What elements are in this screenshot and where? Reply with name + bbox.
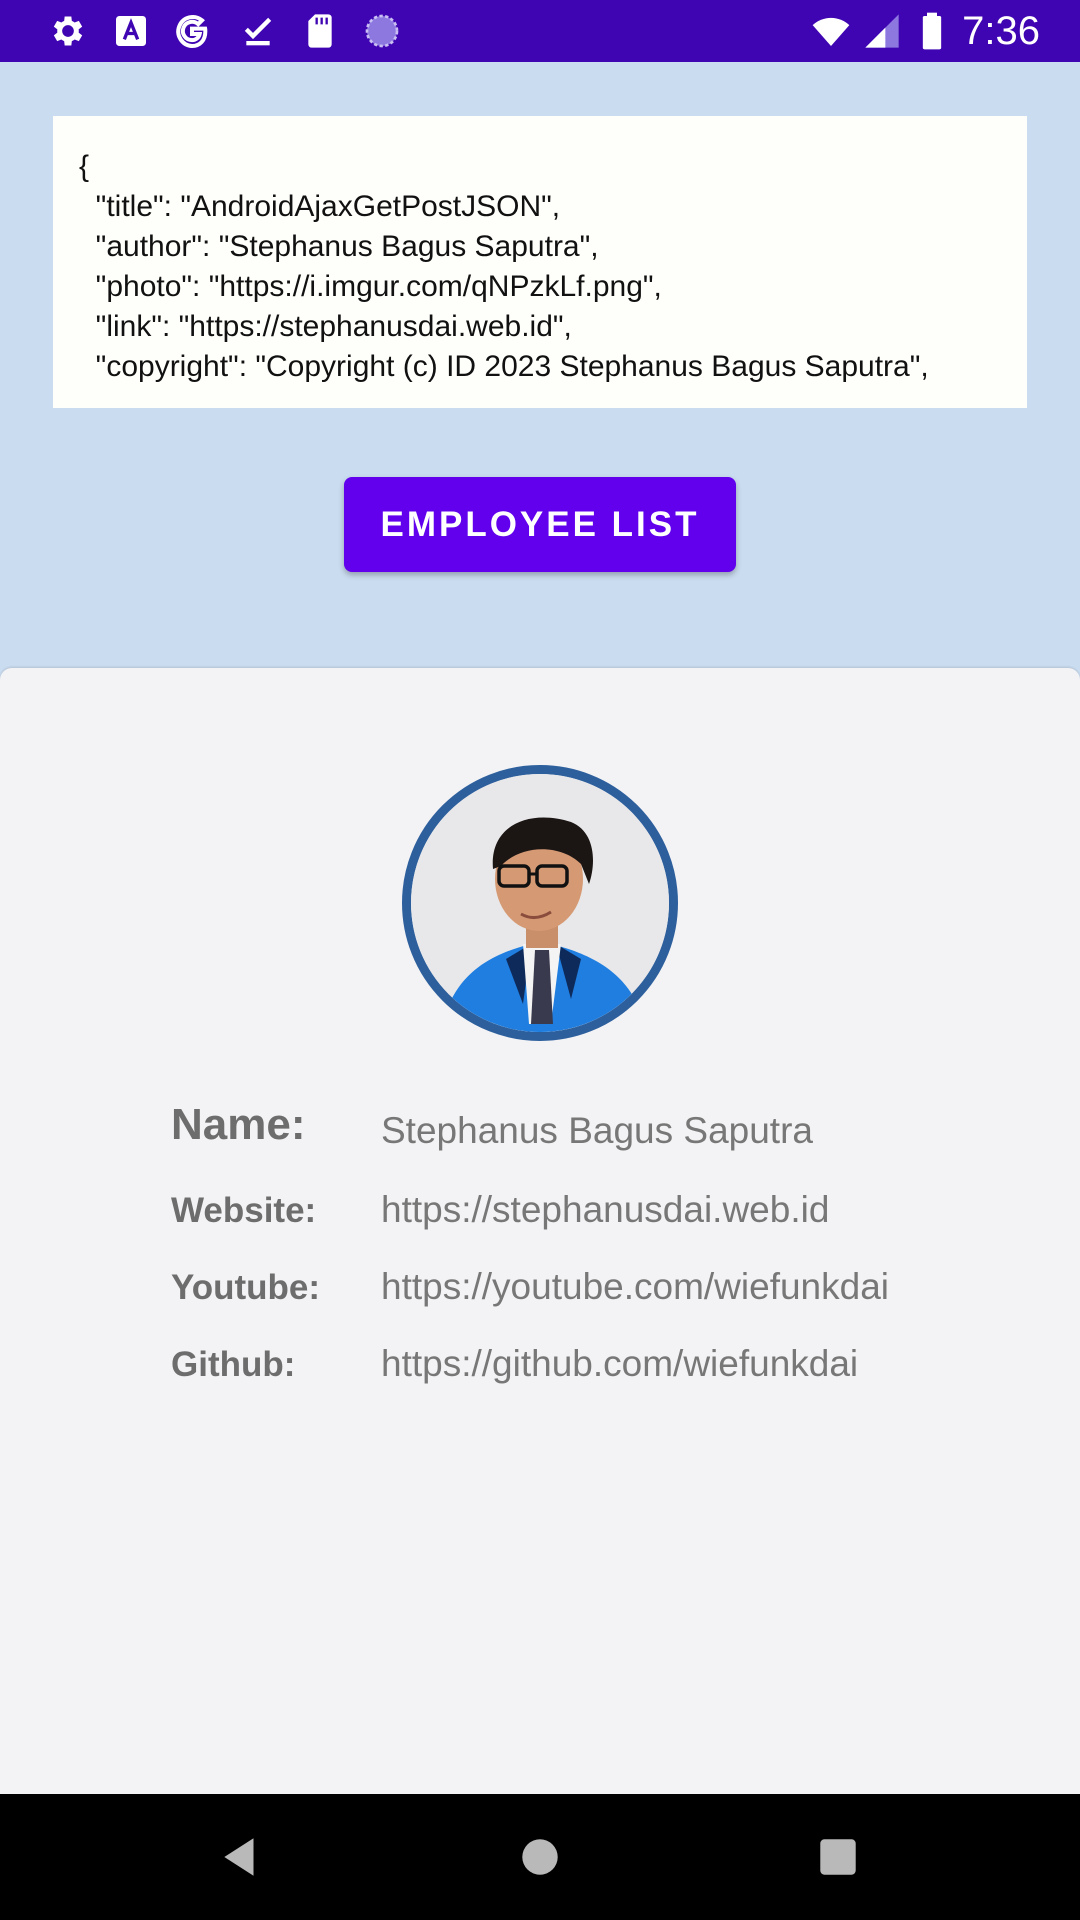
cell-signal-icon	[865, 14, 899, 48]
name-value: Stephanus Bagus Saputra	[381, 1110, 813, 1151]
home-icon[interactable]	[515, 1832, 565, 1882]
json-response-text: { "title": "AndroidAjaxGetPostJSON", "au…	[79, 150, 929, 408]
font-a-icon	[116, 16, 146, 46]
loading-circle-icon	[365, 14, 399, 48]
download-done-icon	[244, 17, 272, 46]
employee-list-button[interactable]: EMPLOYEE LIST	[344, 477, 736, 572]
battery-icon	[922, 12, 942, 50]
status-time: 7:36	[962, 9, 1040, 53]
settings-icon	[53, 16, 83, 46]
youtube-label: Youtube:	[171, 1268, 321, 1307]
wifi-icon	[812, 17, 850, 46]
navigation-bar	[0, 1794, 1080, 1920]
website-link[interactable]: https://stephanusdai.web.id	[381, 1189, 829, 1231]
profile-avatar	[402, 765, 678, 1041]
status-bar: 7:36	[0, 0, 1080, 62]
website-label: Website:	[171, 1191, 317, 1230]
youtube-link[interactable]: https://youtube.com/wiefunkdai	[381, 1266, 889, 1308]
github-label: Github:	[171, 1345, 296, 1384]
github-link[interactable]: https://github.com/wiefunkdai	[381, 1343, 858, 1385]
json-response-view[interactable]: { "title": "AndroidAjaxGetPostJSON", "au…	[53, 116, 1027, 408]
name-label: Name:	[171, 1100, 306, 1149]
recents-icon[interactable]	[813, 1832, 863, 1882]
google-g-icon	[176, 15, 208, 49]
sd-card-icon	[308, 14, 332, 48]
profile-photo-icon	[411, 774, 669, 1032]
back-icon[interactable]	[216, 1832, 266, 1882]
